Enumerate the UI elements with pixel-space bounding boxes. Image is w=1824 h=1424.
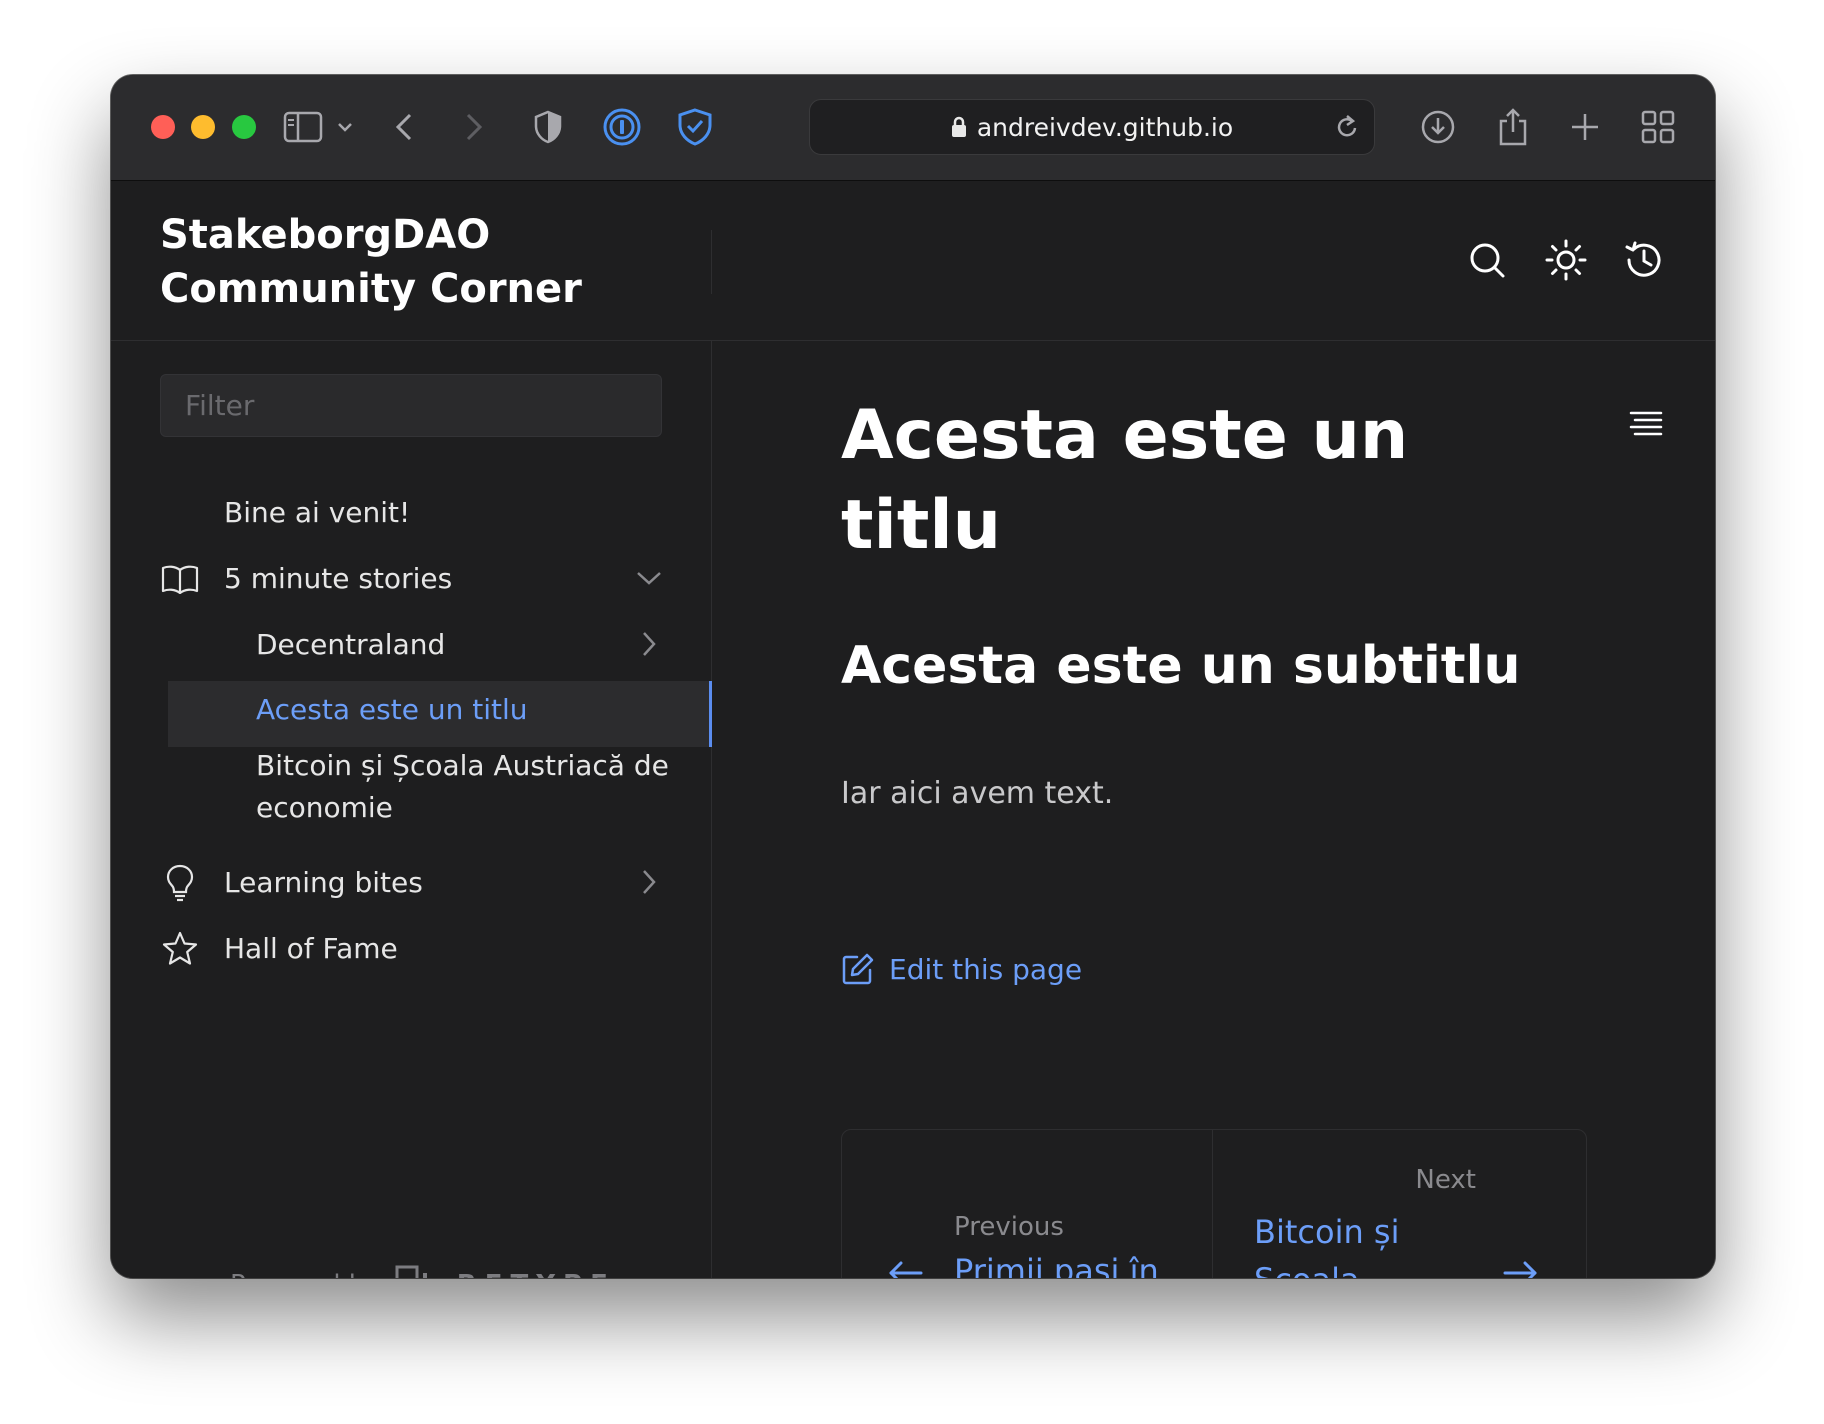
brand-line-2: Community Corner	[160, 266, 582, 312]
sidebar-item-acesta-este-un-titlu[interactable]: Acesta este un titlu	[168, 681, 712, 747]
active-indicator	[709, 681, 712, 747]
browser-window: andreivdev.github.io StakeborgDAO Commun…	[111, 75, 1715, 1278]
chevron-right-icon[interactable]	[634, 629, 664, 659]
star-icon	[160, 929, 200, 969]
shield-check-icon[interactable]	[674, 106, 716, 148]
retype-wordmark: RETYPE	[457, 1270, 616, 1278]
url-text: andreivdev.github.io	[976, 112, 1234, 142]
edit-icon	[842, 953, 874, 985]
header-divider	[711, 230, 712, 294]
chevron-down-icon[interactable]	[634, 563, 664, 593]
brand-line-1: StakeborgDAO	[160, 212, 491, 258]
sidebar-item-learning-bites[interactable]: Learning bites	[160, 851, 664, 913]
lightbulb-icon	[160, 863, 200, 903]
next-title: Bitcoin și Școala	[1254, 1213, 1400, 1278]
pager-divider	[1212, 1130, 1213, 1278]
sidebar-item-5-minute-stories[interactable]: 5 minute stories	[160, 547, 664, 609]
next-label: Next	[1415, 1165, 1476, 1195]
sidebar-item-label: 5 minute stories	[224, 561, 453, 595]
back-icon[interactable]	[383, 106, 425, 148]
forward-icon[interactable]	[453, 106, 495, 148]
search-icon[interactable]	[1465, 238, 1509, 282]
page-subtitle: Acesta este un subtitlu	[841, 636, 1521, 696]
sidebar-item-hall-of-fame[interactable]: Hall of Fame	[160, 917, 664, 979]
sidebar-item-label: Learning bites	[224, 865, 423, 899]
address-bar[interactable]: andreivdev.github.io	[809, 99, 1375, 155]
lock-icon	[951, 116, 966, 137]
password-manager-icon[interactable]	[601, 106, 643, 148]
theme-toggle-sun-icon[interactable]	[1544, 238, 1588, 282]
history-icon[interactable]	[1622, 238, 1666, 282]
sidebar-item-label: Bine ai venit!	[224, 495, 411, 529]
site-brand[interactable]: StakeborgDAO Community Corner	[160, 208, 582, 316]
retype-logo-icon	[395, 1265, 427, 1278]
edit-link-label: Edit this page	[889, 952, 1083, 986]
page-navigation: Previous Primii pași în Next Bitcoin și …	[841, 1129, 1587, 1278]
sidebar: Bine ai venit! 5 minute stories Decentra…	[111, 341, 712, 1278]
share-icon[interactable]	[1492, 106, 1534, 148]
sidebar-item-label: Hall of Fame	[224, 931, 398, 965]
download-icon[interactable]	[1417, 106, 1459, 148]
body-text: Iar aici avem text.	[841, 776, 1114, 811]
powered-by-label: Powered by	[230, 1270, 381, 1278]
sidebar-item-label: Decentraland	[256, 627, 446, 661]
tab-overview-icon[interactable]	[1637, 106, 1679, 148]
previous-label: Previous	[954, 1212, 1064, 1242]
privacy-shield-icon[interactable]	[527, 106, 569, 148]
table-of-contents-icon[interactable]	[1629, 409, 1663, 441]
sidebar-toggle-icon[interactable]	[282, 106, 324, 148]
browser-toolbar: andreivdev.github.io	[111, 75, 1715, 181]
edit-this-page-link[interactable]: Edit this page	[841, 949, 1082, 989]
chevron-down-icon[interactable]	[327, 106, 363, 148]
powered-by-retype[interactable]: Powered by RETYPE	[230, 1263, 616, 1278]
new-tab-icon[interactable]	[1564, 106, 1606, 148]
filter-input[interactable]	[160, 374, 662, 437]
arrow-right-icon	[1503, 1261, 1537, 1278]
page-title: Acesta este un titlu	[841, 396, 1409, 565]
minimize-window-button[interactable]	[191, 115, 215, 139]
close-window-button[interactable]	[151, 115, 175, 139]
reload-icon[interactable]	[1334, 113, 1360, 141]
sidebar-item-bine-ai-venit[interactable]: Bine ai venit!	[160, 481, 664, 543]
sidebar-item-bitcoin-scoala-austriaca[interactable]: Bitcoin și Școala Austriacă de economie	[256, 745, 686, 829]
arrow-left-icon	[889, 1261, 923, 1278]
main-content: Acesta este un titlu Acesta este un subt…	[713, 341, 1715, 1278]
site-header: StakeborgDAO Community Corner	[111, 182, 1715, 341]
sidebar-item-label: Acesta este un titlu	[256, 693, 528, 726]
book-icon	[160, 559, 200, 599]
zoom-window-button[interactable]	[232, 115, 256, 139]
sidebar-item-label: Bitcoin și Școala Austriacă de economie	[256, 749, 669, 824]
sidebar-item-decentraland[interactable]: Decentraland	[160, 613, 664, 675]
chevron-right-icon[interactable]	[634, 867, 664, 897]
previous-title: Primii pași în	[954, 1252, 1159, 1278]
